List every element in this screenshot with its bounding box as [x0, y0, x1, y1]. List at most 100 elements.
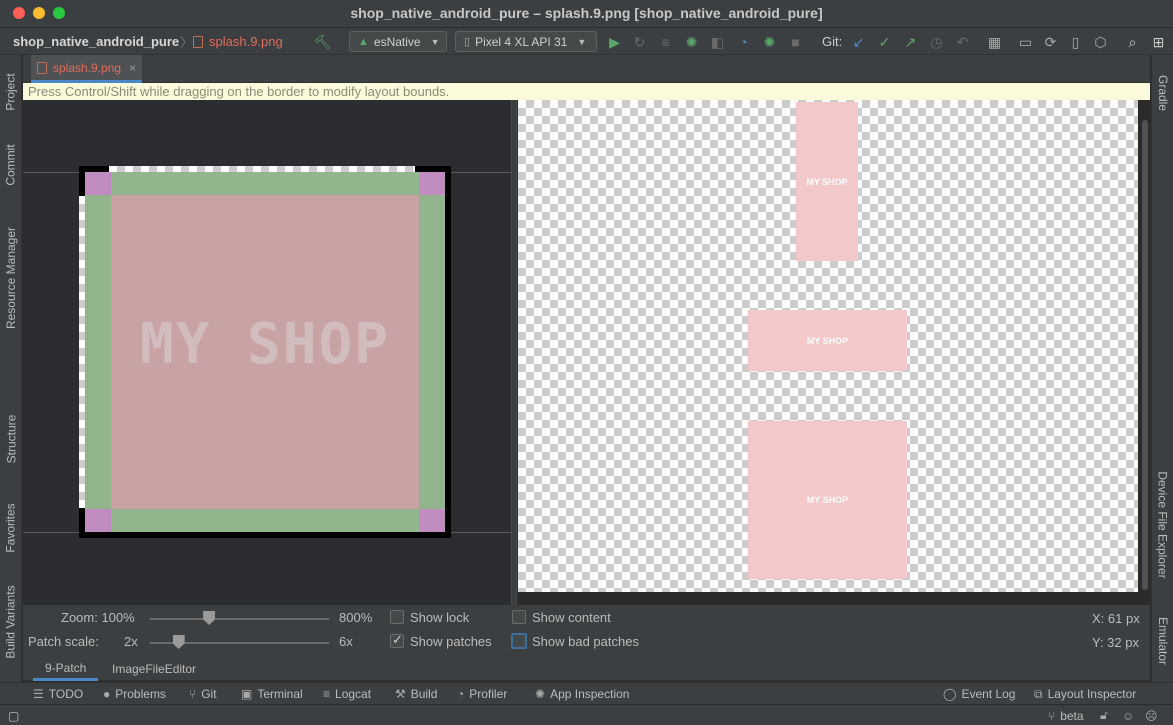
tool-tab-favorites[interactable]: Favorites	[0, 491, 22, 565]
show-content-label[interactable]: Show content	[532, 610, 611, 625]
show-bad-patches-label[interactable]: Show bad patches	[532, 634, 639, 649]
run-icon[interactable]: ▶	[606, 33, 623, 50]
toolwin-git[interactable]: ⑂ Git	[189, 683, 217, 705]
toolwin-problems[interactable]: ● Problems	[103, 683, 166, 705]
run-config-select[interactable]: ▲ esNative ▼	[349, 31, 447, 52]
status-bar: ▢ ⑂ beta 🔓︎ ☺ ☹	[0, 704, 1173, 725]
ninepatch-preview: MY SHOP MY SHOP MY SHOP	[518, 100, 1138, 592]
cursor-x-readout: X: 61 px	[1092, 611, 1140, 626]
expand-icon[interactable]: ⊞	[1150, 33, 1167, 50]
preview-bottom-margin	[518, 592, 1150, 605]
git-commit-icon[interactable]: ✓	[876, 33, 893, 50]
git-branch-widget[interactable]: ⑂ beta	[1048, 705, 1084, 725]
lock-icon[interactable]: 🔓︎	[1100, 705, 1108, 725]
zoom-slider[interactable]	[150, 618, 329, 620]
branch-icon: ⑂	[189, 687, 197, 701]
history-icon[interactable]: ◷	[928, 33, 945, 50]
git-push-icon[interactable]: ↗	[902, 33, 919, 50]
chevron-down-icon: ▼	[577, 36, 587, 47]
tool-tab-commit[interactable]: Commit	[0, 133, 22, 197]
editor-mode-tabs: 9-Patch ImageFileEditor	[23, 657, 1150, 681]
patch-corner-bl	[85, 509, 111, 532]
patch-band-top	[85, 172, 445, 195]
toolwin-todo[interactable]: ☰ TODO	[33, 683, 83, 705]
breadcrumb-file[interactable]: splash.9.png	[193, 28, 283, 55]
tool-tab-resource-manager[interactable]: Resource Manager	[0, 213, 22, 343]
hammer-icon[interactable]: 🔨︎	[314, 33, 332, 50]
preview-scrollbar-thumb[interactable]	[1142, 120, 1148, 590]
attach-debugger-icon[interactable]: ✺	[761, 33, 778, 50]
patch-scale-slider-knob[interactable]	[172, 635, 185, 649]
apply-code-changes-icon[interactable]: ≡	[657, 33, 674, 50]
patch-scale-label: Patch scale:	[28, 634, 99, 649]
toggle-toolwindows-icon[interactable]: ▢	[8, 705, 19, 725]
chevron-down-icon: ▼	[430, 36, 440, 47]
tab-9-patch[interactable]: 9-Patch	[33, 657, 99, 681]
show-content-checkbox[interactable]	[512, 610, 526, 624]
show-lock-label[interactable]: Show lock	[410, 610, 469, 625]
phone-icon: ▯	[464, 36, 471, 48]
tool-tab-project[interactable]: Project	[0, 59, 22, 125]
preview-scrollbar[interactable]	[1141, 100, 1149, 605]
tool-tab-structure[interactable]: Structure	[0, 403, 22, 475]
tool-tab-gradle[interactable]: Gradle	[1152, 63, 1173, 123]
zoom-slider-knob[interactable]	[203, 611, 216, 625]
toolwin-app-inspection[interactable]: ✺ App Inspection	[535, 683, 629, 705]
patch-scale-max: 6x	[339, 634, 353, 649]
apply-changes-icon[interactable]: ↻	[631, 33, 648, 50]
sync-gradle-icon[interactable]: ⟳	[1042, 33, 1059, 50]
android-icon: ▲	[358, 35, 369, 48]
patch-scale-min: 2x	[124, 634, 138, 649]
device-select[interactable]: ▯ Pixel 4 XL API 31 ▼	[455, 31, 597, 52]
coverage-icon[interactable]: ◧	[709, 33, 726, 50]
toolwin-logcat[interactable]: ≡ Logcat	[323, 683, 371, 705]
layout-inspector-icon: ⧉	[1034, 686, 1043, 701]
toolwin-layout-inspector[interactable]: ⧉ Layout Inspector	[1034, 683, 1136, 705]
face-icon[interactable]: ☹	[1145, 705, 1158, 725]
device-manager-icon[interactable]: ▯	[1067, 33, 1084, 50]
profile-icon[interactable]: ◔	[735, 33, 752, 50]
project-structure-icon[interactable]: ▦	[986, 33, 1003, 50]
cursor-y-readout: Y: 32 px	[1092, 635, 1139, 650]
main-toolbar: shop_native_android_pure 〉 splash.9.png …	[0, 28, 1173, 55]
device-label: Pixel 4 XL API 31	[475, 34, 568, 49]
toolwin-profiler[interactable]: ◔ Profiler	[457, 683, 507, 705]
right-tool-strip: Gradle Device File Explorer Emulator	[1151, 55, 1173, 682]
rollback-icon[interactable]: ↶	[954, 33, 971, 50]
debug-icon[interactable]: ✺	[683, 33, 700, 50]
search-icon[interactable]: ⌕	[1124, 33, 1141, 50]
breadcrumb-project[interactable]: shop_native_android_pure	[13, 28, 179, 55]
show-lock-checkbox[interactable]	[390, 610, 404, 624]
sdk-manager-icon[interactable]: ⬡	[1092, 33, 1109, 50]
preview-tall: MY SHOP	[796, 102, 858, 261]
git-label: Git:	[822, 34, 843, 49]
patch-corner-tr	[419, 172, 445, 195]
toolwin-build[interactable]: ⚒ Build	[395, 683, 437, 705]
patch-band-bottom	[85, 509, 445, 532]
git-update-icon[interactable]: ↙	[850, 33, 867, 50]
toolwin-event-log[interactable]: ◯ Event Log	[943, 683, 1015, 705]
panel-splitter[interactable]	[511, 100, 517, 605]
stop-icon[interactable]: ■	[787, 33, 804, 50]
close-icon[interactable]: ×	[129, 61, 136, 75]
preview-large: MY SHOP	[748, 421, 907, 579]
ninepatch-editor-canvas[interactable]: MY SHOP	[23, 100, 511, 605]
patch-image-text: MY SHOP	[139, 312, 390, 377]
show-patches-checkbox[interactable]	[390, 632, 404, 648]
show-patches-label[interactable]: Show patches	[410, 634, 492, 649]
tab-splash-9-png[interactable]: splash.9.png ×	[31, 55, 143, 83]
tab-image-file-editor[interactable]: ImageFileEditor	[112, 657, 196, 681]
ninepatch-controls: Zoom: 100% 800% Patch scale: 2x 6x Show …	[23, 605, 1150, 657]
title-bar: shop_native_android_pure – splash.9.png …	[0, 0, 1173, 28]
smile-icon[interactable]: ☺	[1122, 705, 1134, 725]
image-file-icon	[37, 61, 47, 74]
show-bad-patches-checkbox[interactable]	[511, 633, 527, 649]
layout-icon[interactable]: ▭	[1017, 33, 1034, 50]
breadcrumb-separator: 〉	[180, 35, 194, 50]
patch-corner-br	[419, 509, 445, 532]
tool-tab-emulator[interactable]: Emulator	[1152, 607, 1173, 675]
tool-tab-build-variants[interactable]: Build Variants	[0, 577, 22, 667]
ninepatch-image[interactable]: MY SHOP	[79, 166, 451, 538]
toolwin-terminal[interactable]: ▣ Terminal	[241, 683, 303, 705]
tool-tab-device-file-explorer[interactable]: Device File Explorer	[1152, 461, 1173, 589]
